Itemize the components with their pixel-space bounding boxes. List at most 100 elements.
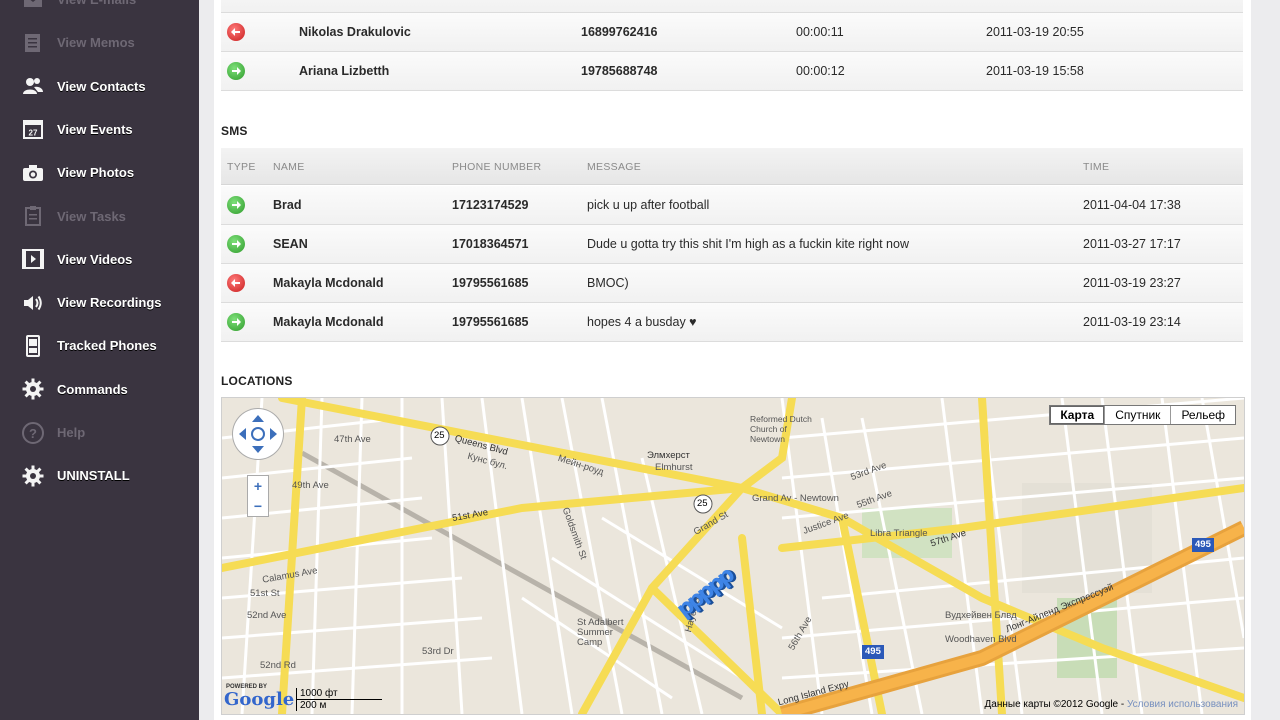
map-label: Вудхейвен Блвд [945, 610, 1017, 621]
map-label: Woodhaven Blvd [945, 634, 1017, 645]
pan-control[interactable] [233, 409, 283, 459]
sidebar-item-view-contacts[interactable]: View Contacts [0, 65, 199, 108]
outgoing-arrow-icon [227, 23, 245, 41]
call-name: Nikolas Drakulovic [299, 13, 411, 51]
sms-phone: 19795561685 [452, 303, 528, 341]
sms-name: Makayla Mcdonald [273, 264, 383, 302]
sidebar-item-uninstall[interactable]: UNINSTALL [0, 454, 199, 497]
call-phone: 19785688748 [581, 52, 657, 90]
sms-table-header: TYPE NAME PHONE NUMBER MESSAGE TIME [221, 148, 1243, 185]
svg-text:?: ? [29, 426, 37, 441]
zoom-out-button[interactable]: − [248, 496, 268, 516]
incoming-arrow-icon [227, 196, 245, 214]
route-shield: 495 [865, 646, 881, 657]
sidebar-item-view-videos[interactable]: View Videos [0, 238, 199, 281]
location-map[interactable]: 25 25 495 495 Queens Blvd Кунс бул. Мейн… [221, 397, 1245, 715]
scale-m: 200 м [296, 700, 350, 711]
sms-message: BMOC) [587, 264, 629, 302]
sidebar-item-label: View Events [57, 122, 133, 137]
map-copyright: Данные карты ©2012 Google - Условия испо… [985, 699, 1238, 710]
zoom-in-button[interactable]: + [248, 476, 268, 496]
sms-row: SEAN 17018364571 Dude u gotta try this shi… [221, 225, 1243, 264]
email-icon [20, 0, 46, 13]
map-label: 47th Ave [334, 434, 371, 445]
sms-time: 2011-04-04 17:38 [1083, 186, 1181, 224]
sidebar-item-help[interactable]: ? Help [0, 411, 199, 454]
header-name: NAME [273, 148, 305, 184]
sms-row: Brad17123174529pick u up after football2… [221, 186, 1243, 225]
outgoing-arrow-icon [227, 274, 245, 292]
map-roads [222, 398, 1244, 714]
map-type-terrain-button[interactable]: Рельеф [1171, 406, 1235, 424]
sidebar-item-view-recordings[interactable]: View Recordings [0, 281, 199, 324]
map-label: 52nd Ave [247, 610, 286, 621]
sidebar-item-label: Help [57, 425, 85, 440]
sms-name: Makayla Mcdonald [273, 303, 383, 341]
sidebar-item-view-memos[interactable]: View Memos [0, 21, 199, 64]
map-label: Grand Av - Newtown [752, 493, 839, 504]
sidebar-item-label: View E-mails [57, 0, 136, 7]
call-row-cut [221, 0, 1243, 13]
map-label: Elmhurst [655, 462, 692, 473]
incoming-arrow-icon [227, 313, 245, 331]
camera-icon [20, 160, 46, 186]
sms-message: Dude u gotta try this shit I'm high as a… [587, 225, 909, 263]
svg-text:27: 27 [29, 129, 38, 138]
help-icon: ? [20, 420, 46, 446]
sms-phone: 19795561685 [452, 264, 528, 302]
sidebar-item-tracked-phones[interactable]: Tracked Phones [0, 324, 199, 367]
sidebar-item-label: View Tasks [57, 209, 126, 224]
call-time: 2011-03-19 15:58 [986, 52, 1084, 90]
sms-time: 2011-03-27 17:17 [1083, 225, 1181, 263]
terms-link[interactable]: Условия использования [1127, 699, 1238, 710]
sms-phone: 17123174529 [452, 186, 528, 224]
memo-icon [20, 30, 46, 56]
video-icon [20, 246, 46, 272]
copyright-text: Данные карты ©2012 Google - [985, 699, 1127, 710]
call-duration: 00:00:11 [796, 13, 844, 51]
clipboard-icon [20, 203, 46, 229]
sidebar-item-view-e-mails[interactable]: View E-mails [0, 0, 199, 21]
map-label: St Adalbert Summer Camp [577, 618, 637, 648]
sms-name: Brad [273, 186, 301, 224]
sms-time: 2011-03-19 23:27 [1083, 264, 1181, 302]
map-label: 49th Ave [292, 480, 329, 491]
sidebar-item-label: View Contacts [57, 79, 146, 94]
route-shield: 25 [434, 430, 445, 441]
sidebar-item-view-events[interactable]: 27 View Events [0, 108, 199, 151]
map-label: Reformed Dutch Church of Newtown [750, 414, 820, 444]
sms-time: 2011-03-19 23:14 [1083, 303, 1181, 341]
call-phone: 16899762416 [581, 13, 657, 51]
incoming-arrow-icon [227, 235, 245, 253]
call-time: 2011-03-19 20:55 [986, 13, 1084, 51]
call-row: Nikolas Drakulovic 16899762416 00:00:11 … [221, 13, 1243, 52]
sidebar-item-label: View Photos [57, 165, 134, 180]
gear-icon [20, 463, 46, 489]
route-shield: 495 [1195, 539, 1211, 550]
call-duration: 00:00:12 [796, 52, 845, 90]
gear-icon [20, 376, 46, 402]
google-logo: Google [224, 689, 294, 710]
sms-section-title: SMS [221, 124, 248, 138]
call-row: Ariana Lizbetth 19785688748 00:00:12 201… [221, 52, 1243, 91]
sidebar-item-view-tasks[interactable]: View Tasks [0, 195, 199, 238]
incoming-arrow-icon [227, 62, 245, 80]
map-type-satellite-button[interactable]: Спутник [1105, 406, 1171, 424]
zoom-control: + − [248, 476, 268, 516]
scale-ft: 1000 фт [296, 688, 382, 700]
pan-arrows-icon [233, 409, 283, 459]
sms-phone: 17018364571 [452, 225, 528, 263]
sidebar-item-label: View Recordings [57, 295, 162, 310]
phone-icon [20, 333, 46, 359]
sidebar-item-label: View Videos [57, 252, 132, 267]
call-name: Ariana Lizbetth [299, 52, 389, 90]
map-label: 51st St [250, 588, 280, 599]
sidebar-item-commands[interactable]: Commands [0, 368, 199, 411]
map-type-map-button[interactable]: Карта [1050, 406, 1105, 424]
sms-name: SEAN [273, 225, 308, 263]
header-type: TYPE [227, 148, 256, 184]
sidebar-item-view-photos[interactable]: View Photos [0, 151, 199, 194]
map-label: Libra Triangle [870, 528, 928, 539]
locations-section-title: LOCATIONS [221, 374, 293, 388]
sidebar-nav: View E-mails View Memos View Contacts 27 Vie… [0, 0, 199, 720]
